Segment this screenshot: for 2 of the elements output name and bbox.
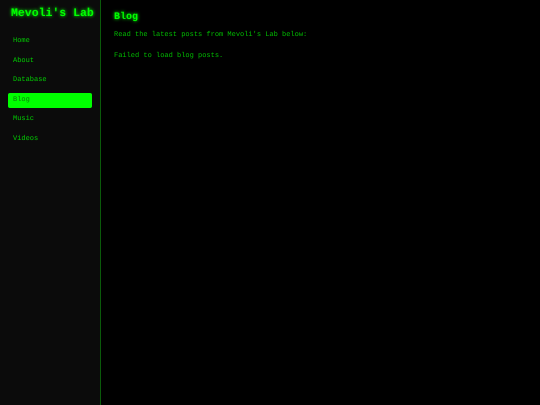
page-heading: Blog: [114, 12, 140, 23]
site-title: Mevoli's Lab: [11, 7, 92, 20]
